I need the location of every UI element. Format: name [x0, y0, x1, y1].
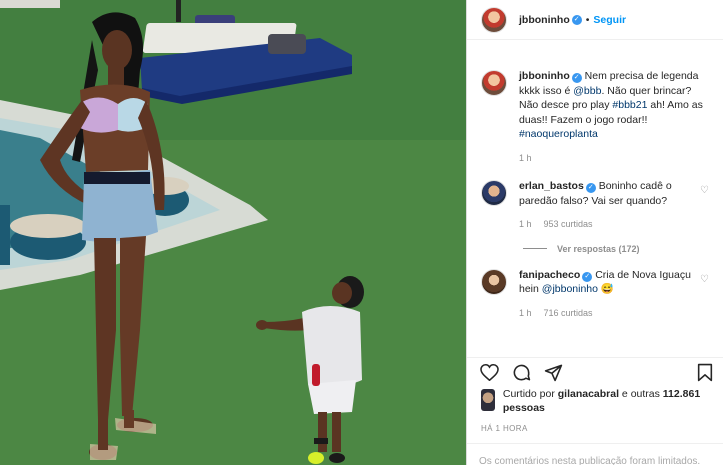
commenter-avatar[interactable]	[481, 180, 507, 206]
comment-username[interactable]: erlan_bastos	[519, 180, 584, 192]
likes-prefix: Curtido por	[502, 388, 558, 400]
comment-likes[interactable]: 716 curtidas	[544, 308, 593, 318]
comment-likes[interactable]: 953 curtidas	[544, 219, 593, 229]
comment-mention[interactable]: @jbboninho	[542, 283, 598, 295]
heart-icon[interactable]	[479, 363, 499, 383]
verified-badge-icon: ✓	[571, 14, 582, 25]
caption-mention[interactable]: @bbb	[573, 85, 601, 97]
comment-username[interactable]: fanipacheco	[519, 269, 580, 281]
comments-list[interactable]: jbboninho ✓ Nem precisa de legenda kkkk i…	[467, 41, 723, 357]
liker-avatar[interactable]	[481, 389, 495, 411]
comment-item: fanipacheco ✓ Cria de Nova Iguaçu hein @j…	[467, 268, 723, 321]
author-username[interactable]: jbboninho	[519, 14, 570, 26]
header-separator: •	[585, 13, 590, 26]
send-icon[interactable]	[543, 363, 563, 383]
likes-summary: Curtido por gilanacabral e outras 112.86…	[481, 387, 713, 415]
post-side-panel: jbboninho ✓ • Seguir jbboninho ✓ Nem prec…	[466, 0, 723, 465]
post-photo[interactable]	[0, 0, 466, 465]
caption-hashtag-bbb21[interactable]: #bbb21	[612, 99, 647, 111]
caption-item: jbboninho ✓ Nem precisa de legenda kkkk i…	[467, 69, 723, 165]
comment-time[interactable]: 1 h	[519, 219, 532, 229]
post-header: jbboninho ✓ • Seguir	[467, 0, 723, 40]
verified-badge-icon: ✓	[571, 73, 582, 83]
view-replies-button[interactable]: Ver respostas (172)	[467, 244, 723, 254]
comment-item: erlan_bastos ✓ Boninho cadê o paredão fal…	[467, 179, 723, 232]
caption-username[interactable]: jbboninho	[519, 70, 570, 82]
caption-hashtag-naoqueroplanta[interactable]: #naoqueroplanta	[519, 128, 598, 140]
instagram-post-view: jbboninho ✓ • Seguir jbboninho ✓ Nem prec…	[0, 0, 723, 465]
comment-meta: 1 h 953 curtidas	[519, 217, 695, 232]
comment-time[interactable]: 1 h	[519, 308, 532, 318]
follow-button[interactable]: Seguir	[593, 14, 626, 26]
comment-icon[interactable]	[511, 363, 531, 383]
comment-like-heart-icon[interactable]: ♡	[695, 274, 709, 321]
caption-meta: 1 h	[519, 151, 709, 166]
verified-badge-icon: ✓	[582, 271, 593, 282]
commenter-avatar[interactable]	[481, 268, 507, 295]
post-timestamp[interactable]: HÁ 1 HORA	[481, 424, 528, 433]
caption-avatar[interactable]	[481, 70, 507, 96]
likes-middle: e outras	[619, 388, 663, 400]
comment-meta: 1 h 716 curtidas	[519, 306, 695, 321]
comments-limited-notice: Os comentários nesta publicação foram li…	[467, 443, 723, 465]
comment-body: erlan_bastos ✓ Boninho cadê o paredão fal…	[519, 179, 695, 232]
bookmark-icon[interactable]	[695, 363, 715, 383]
caption-time[interactable]: 1 h	[519, 153, 532, 163]
caption-body: jbboninho ✓ Nem precisa de legenda kkkk i…	[519, 69, 709, 165]
post-actions	[467, 357, 723, 387]
author-avatar[interactable]	[481, 6, 507, 33]
verified-badge-icon: ✓	[585, 183, 596, 193]
liker-username[interactable]: gilanacabral	[558, 388, 619, 400]
photo-illustration	[0, 0, 466, 465]
comment-emoji: 😅	[600, 283, 614, 295]
comment-like-heart-icon[interactable]: ♡	[695, 185, 709, 232]
likes-text: Curtido por gilanacabral e outras 112.86…	[503, 387, 713, 415]
comment-body: fanipacheco ✓ Cria de Nova Iguaçu hein @j…	[519, 268, 695, 321]
